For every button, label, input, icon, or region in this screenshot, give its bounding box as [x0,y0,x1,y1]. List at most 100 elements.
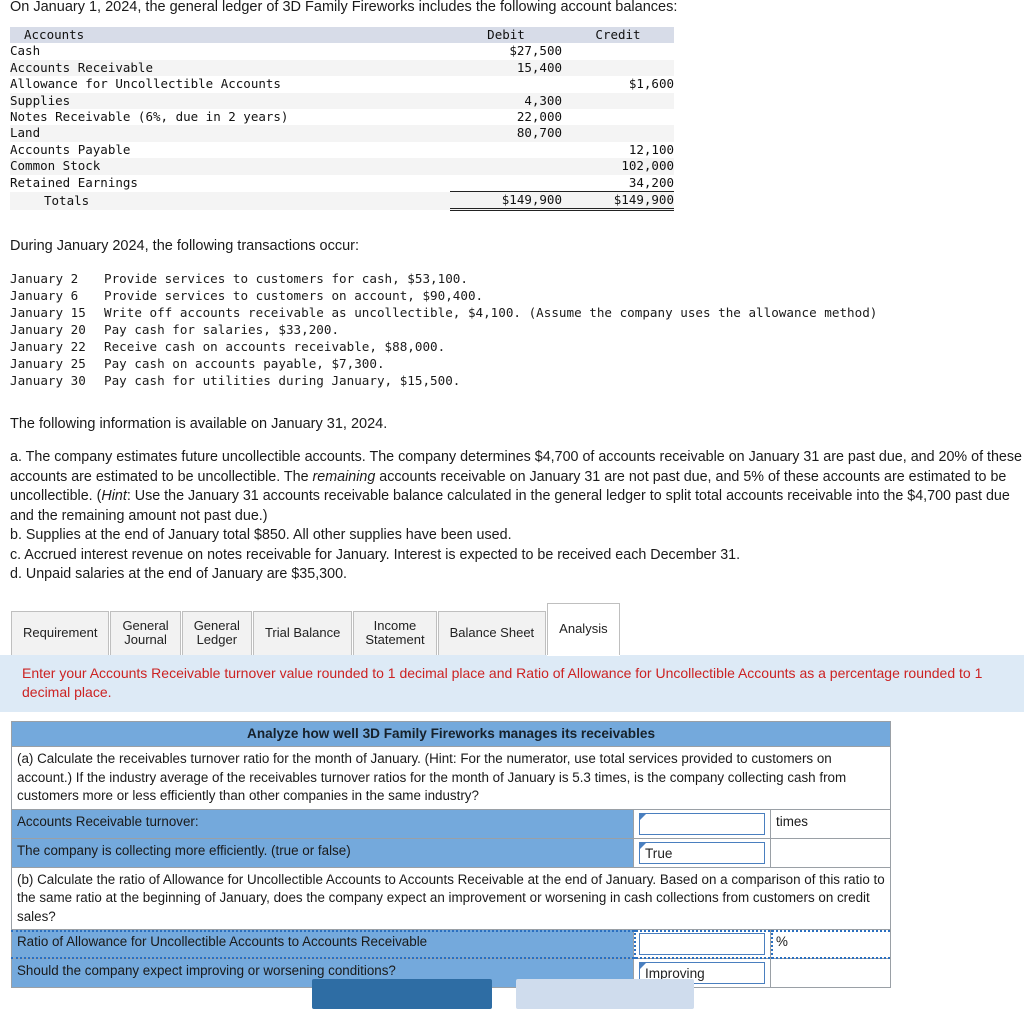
transaction-row: January 2 Provide services to customers f… [10,270,1024,287]
transactions-heading: During January 2024, the following trans… [10,238,359,255]
ledger-cell-account: Accounts Payable [10,141,131,157]
ledger-cell-debit [450,142,562,158]
tab-income-statement[interactable]: Income Statement [353,610,437,655]
tab-label: General Journal [122,617,169,648]
ledger-cell-account: Accounts Receivable [10,59,153,75]
ledger-cell-account: Cash [10,43,41,59]
analysis-row-b1-unit: % [769,929,892,960]
tab-label: Requirement [23,625,98,641]
intro-paragraph: On January 1, 2024, the general ledger o… [10,0,678,15]
transaction-row: January 6 Provide services to customers o… [10,287,1024,304]
general-ledger-table-wrapper: Accounts Debit Credit Cash $27,500 Account… [10,27,674,212]
analysis-row-a2-unit [769,837,892,868]
analysis-row-a1-label: Accounts Receivable turnover: [11,808,634,839]
transaction-row: January 15 Write off accounts receivable … [10,304,1024,321]
cell-corner-marker-icon [640,963,646,970]
transaction-date: January 15 [10,305,86,321]
footer-button-row [0,979,1024,1009]
collecting-efficiency-input[interactable]: True [639,841,765,864]
adjusting-a-em-hint: Hint [101,488,127,505]
analysis-row-b1-input-cell[interactable] [633,929,771,960]
tab-requirement[interactable]: Requirement [11,610,110,655]
transaction-description: Pay cash for salaries, $33,200. [104,322,340,338]
analysis-row-a1: Accounts Receivable turnover: times [11,808,892,839]
transaction-description: Receive cash on accounts receivable, $88… [104,339,446,355]
ledger-cell-debit: 22,000 [516,109,562,125]
transaction-date: January 22 [10,339,86,355]
analysis-row-b1-label: Ratio of Allowance for Uncollectible Acc… [11,929,634,960]
ledger-cell-account: Common Stock [10,158,101,174]
tab-general-journal[interactable]: General Journal [110,610,181,655]
secondary-action-button[interactable] [516,979,694,1009]
ledger-cell-credit [562,43,674,59]
analysis-prompt-a-row: (a) Calculate the receivables turnover r… [10,746,892,810]
transaction-row: January 30 Pay cash for utilities during … [10,372,1024,389]
analysis-title: Analyze how well 3D Family Fireworks man… [10,720,892,748]
ledger-cell-account: Retained Earnings [10,174,138,190]
analysis-table: Analyze how well 3D Family Fireworks man… [10,720,892,989]
transaction-description: Pay cash on accounts payable, $7,300. [104,356,385,372]
tab-label: General Ledger [193,617,240,648]
transaction-date: January 25 [10,356,86,372]
ledger-cell-account: Allowance for Uncollectible Accounts [10,76,281,92]
ledger-cell-credit: 102,000 [621,158,674,174]
adjusting-item-a: a. The company estimates future uncollec… [10,448,1024,526]
ar-turnover-input[interactable] [639,812,765,835]
tab-label: Analysis [559,621,608,637]
tab-general-ledger[interactable]: General Ledger [181,610,252,655]
ledger-cell-credit: 12,100 [628,141,674,157]
ledger-head: Accounts Debit Credit [10,27,674,44]
instruction-notice: Enter your Accounts Receivable turnover … [0,654,1024,712]
analysis-prompt-b: (b) Calculate the ratio of Allowance for… [10,866,892,931]
analysis-title-row: Analyze how well 3D Family Fireworks man… [10,720,892,748]
transaction-date: January 2 [10,271,79,287]
ledger-row: Supplies 4,300 [10,92,674,110]
worksheet-tab-strip: Requirement General Journal General Ledger… [11,602,1024,655]
general-ledger-table: Accounts Debit Credit Cash $27,500 Account… [10,27,674,212]
analysis-row-a1-input-cell[interactable] [633,808,771,839]
ledger-totals-label: Totals [44,192,90,208]
ledger-row: Cash $27,500 [10,43,674,60]
ledger-cell-credit [562,93,674,109]
tab-analysis[interactable]: Analysis [547,602,620,655]
ledger-cell-account: Notes Receivable (6%, due in 2 years) [10,109,289,125]
ledger-cell-debit [450,158,562,174]
ledger-cell-credit [562,60,674,76]
tab-label: Income Statement [365,617,425,648]
ledger-body: Cash $27,500 Accounts Receivable 15,400 Allo… [10,43,674,212]
transaction-description: Write off accounts receivable as uncolle… [104,305,878,321]
transactions-list: January 2 Provide services to customers f… [10,270,1024,389]
tab-trial-balance[interactable]: Trial Balance [252,610,353,655]
analysis-row-b1: Ratio of Allowance for Uncollectible Acc… [11,929,892,960]
tab-balance-sheet[interactable]: Balance Sheet [437,610,547,655]
ledger-row: Land 80,700 [10,125,674,142]
transaction-description: Provide services to customers for cash, … [104,271,468,287]
ledger-header-row: Accounts Debit Credit [10,27,674,44]
analysis-row-a2: The company is collecting more efficient… [11,837,892,868]
ledger-cell-debit: 80,700 [516,125,562,141]
analysis-row-a2-label: The company is collecting more efficient… [11,837,634,868]
adjusting-a-text3: : Use the January 31 accounts receivable… [10,488,1010,524]
ledger-cell-credit: $1,600 [628,76,674,92]
transaction-row: January 20 Pay cash for salaries, $33,200… [10,321,1024,338]
cell-corner-marker-icon [640,842,646,849]
adjusting-item-b: b. Supplies at the end of January total … [10,527,512,544]
tab-label: Balance Sheet [449,625,535,641]
transaction-description: Provide services to customers on account… [104,288,484,304]
adjusting-item-c: c. Accrued interest revenue on notes rec… [10,546,741,563]
ledger-cell-credit: 34,200 [628,174,674,190]
analysis-row-a1-unit: times [769,808,892,839]
ledger-col-debit: Debit [450,27,562,44]
ledger-cell-credit [562,125,674,141]
ledger-cell-debit [450,76,562,92]
ledger-row: Accounts Payable 12,100 [10,141,674,159]
ledger-row: Common Stock 102,000 [10,158,674,175]
allowance-ratio-input[interactable] [639,933,765,956]
transaction-description: Pay cash for utilities during January, $… [104,373,461,389]
analysis-row-a2-input-cell[interactable]: True [633,837,771,868]
adjusting-entries-block: a. The company estimates future uncollec… [10,448,1024,585]
ledger-row: Notes Receivable (6%, due in 2 years) 22,… [10,109,674,126]
ledger-cell-debit: 4,300 [524,92,562,108]
ledger-cell-account: Land [10,125,41,141]
primary-action-button[interactable] [312,979,492,1009]
